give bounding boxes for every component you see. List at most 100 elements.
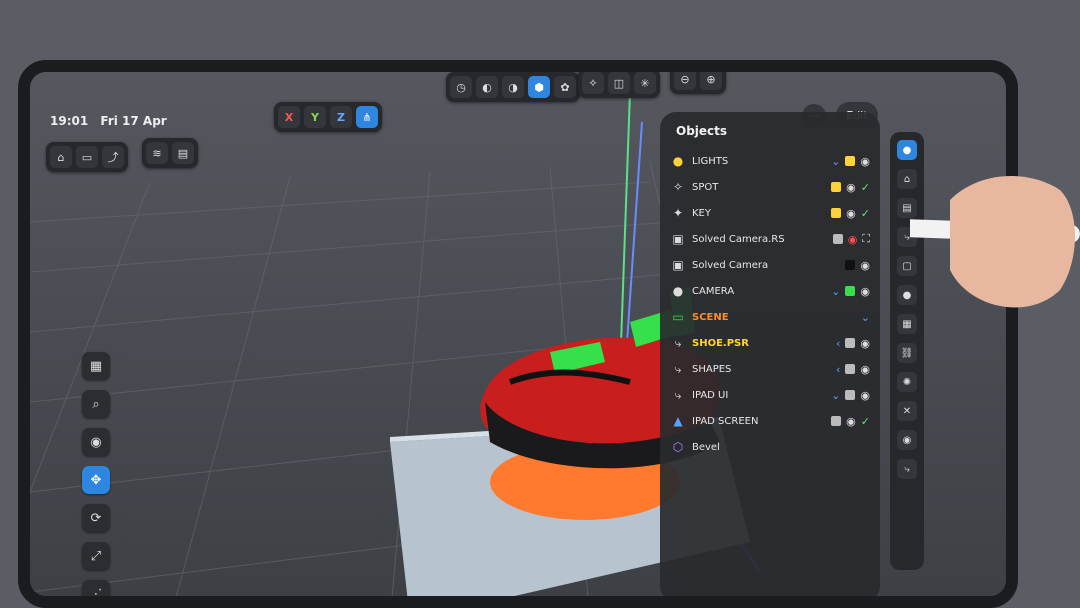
object-row-shoe-psr[interactable]: ⤷ SHOE.PSR ‹ ◉ (670, 330, 870, 356)
color-swatch[interactable] (831, 182, 842, 192)
tools-toolbar: ⟡ ◫ ✳ (578, 72, 660, 98)
check-icon[interactable]: ✓ (861, 415, 870, 428)
camera-group-icon: ● (672, 284, 684, 298)
transform-node-icon: ⤷ (674, 335, 682, 350)
camera-icon: ▣ (672, 258, 684, 272)
search-icon[interactable]: ⌕ (82, 390, 110, 418)
eye-icon[interactable]: ◉ (860, 389, 870, 402)
bucket-icon[interactable]: ◫ (608, 72, 630, 94)
color-swatch[interactable] (845, 338, 856, 348)
color-swatch[interactable] (845, 156, 856, 166)
3d-viewport[interactable]: 19:01 Fri 17 Apr ⌂ ▭ ⤴ ≋ ▤ X Y Z ⋔ ◷ ◐ ◑… (30, 72, 1006, 596)
eye-icon[interactable]: ◉ (860, 155, 870, 168)
objects-panel: Objects ● LIGHTS ⌄ ◉ ✧ SPOT ◉ ✓ ✦ KEY ◉ ✓ ▣… (660, 112, 880, 596)
object-label: CAMERA (692, 285, 735, 297)
object-label: SHOE.PSR (692, 337, 749, 349)
close-icon[interactable]: ✕ (897, 401, 917, 421)
home-icon[interactable]: ⌂ (50, 146, 72, 168)
layers-icon[interactable]: ▦ (82, 352, 110, 380)
object-label: Solved Camera.RS (692, 233, 785, 245)
axis-x-button[interactable]: X (278, 106, 300, 128)
chevron-down-icon[interactable]: ⌄ (831, 389, 840, 402)
display-mode-toolbar: ◷ ◐ ◑ ⬢ ✿ (446, 72, 580, 102)
color-swatch[interactable] (832, 234, 843, 244)
clock-icon[interactable]: ◷ (450, 76, 472, 98)
key-light-icon: ✦ (672, 206, 684, 220)
frame-icon[interactable]: ⛶ (862, 232, 870, 246)
color-swatch[interactable] (845, 364, 856, 374)
move-icon[interactable]: ✥ (82, 466, 110, 494)
mesh-icon: ▲ (673, 414, 683, 428)
chevron-down-icon[interactable]: ⌄ (831, 285, 840, 298)
chevron-left-icon[interactable]: ‹ (836, 363, 840, 376)
snap-icon[interactable]: ⋰ (82, 580, 110, 596)
eye-icon[interactable]: ◉ (860, 259, 870, 272)
object-row-ipad-screen[interactable]: ▲ IPAD SCREEN ◉ ✓ (670, 408, 870, 434)
color-swatch[interactable] (831, 416, 842, 426)
object-label: IPAD UI (692, 389, 729, 401)
gear-icon[interactable]: ✺ (897, 372, 917, 392)
eye-icon[interactable]: ◉ (860, 337, 870, 350)
object-label: KEY (692, 207, 711, 219)
object-row-key[interactable]: ✦ KEY ◉ ✓ (670, 200, 870, 226)
status-bar: 19:01 Fri 17 Apr (50, 114, 175, 128)
solid-icon[interactable]: ⬢ (528, 76, 550, 98)
object-label: Bevel (692, 441, 720, 453)
scale-icon[interactable]: ⤢ (82, 542, 110, 570)
object-row-scene[interactable]: ▭ SCENE ⌄ (670, 304, 870, 330)
eye-icon[interactable]: ◉ (846, 415, 856, 428)
axis-y-label: Y (311, 110, 319, 124)
transform-icon[interactable]: ⟡ (582, 72, 604, 94)
spray-icon[interactable]: ✳ (634, 72, 656, 94)
folder-icon[interactable]: ▭ (76, 146, 98, 168)
object-row-bevel[interactable]: ⬡ Bevel (670, 434, 870, 460)
check-icon[interactable]: ✓ (861, 207, 870, 220)
eye-icon[interactable]: ◉ (860, 285, 870, 298)
object-label: SPOT (692, 181, 719, 193)
material-icon[interactable]: ✿ (554, 76, 576, 98)
wireframe-icon[interactable]: ◐ (476, 76, 498, 98)
chevron-left-icon[interactable]: ‹ (836, 337, 840, 350)
view-icon[interactable]: ⊖ (674, 72, 696, 90)
transform-node-icon: ⤷ (674, 387, 682, 402)
object-row-solved-camera[interactable]: ▣ Solved Camera ◉ (670, 252, 870, 278)
wifi-icon[interactable]: ≋ (146, 142, 168, 164)
axis-z-label: Z (337, 110, 345, 124)
axis-x-label: X (284, 110, 294, 124)
color-swatch[interactable] (831, 208, 842, 218)
chevron-down-icon[interactable]: ⌄ (831, 155, 840, 168)
shaded-icon[interactable]: ◑ (502, 76, 524, 98)
object-row-solved-camera-rs[interactable]: ▣ Solved Camera.RS ◉ ⛶ (670, 226, 870, 252)
eye-off-icon[interactable]: ◉ (848, 233, 858, 246)
object-label: Solved Camera (692, 259, 769, 271)
record-icon[interactable]: ◉ (897, 430, 917, 450)
object-row-lights[interactable]: ● LIGHTS ⌄ ◉ (670, 148, 870, 174)
axis-y-button[interactable]: Y (304, 106, 326, 128)
pin-icon[interactable]: ⤷ (897, 459, 917, 479)
eye-icon[interactable]: ◉ (846, 181, 856, 194)
bevel-icon: ⬡ (672, 440, 684, 454)
object-row-camera[interactable]: ● CAMERA ⌄ ◉ (670, 278, 870, 304)
object-row-spot[interactable]: ✧ SPOT ◉ ✓ (670, 174, 870, 200)
transform-node-icon: ⤷ (674, 361, 682, 376)
object-row-ipad-ui[interactable]: ⤷ IPAD UI ⌄ ◉ (670, 382, 870, 408)
all-axes-icon[interactable]: ⋔ (356, 106, 378, 128)
rotate-icon[interactable]: ⟳ (82, 504, 110, 532)
target-icon[interactable]: ⊕ (700, 72, 722, 90)
color-swatch[interactable] (845, 260, 856, 270)
eye-icon[interactable]: ◉ (860, 363, 870, 376)
document-icon[interactable]: ▤ (172, 142, 194, 164)
record-icon[interactable]: ◉ (82, 428, 110, 456)
export-icon[interactable]: ⤴ (102, 146, 124, 168)
object-row-shapes[interactable]: ⤷ SHAPES ‹ ◉ (670, 356, 870, 382)
color-swatch[interactable] (845, 390, 856, 400)
object-label: IPAD SCREEN (692, 415, 759, 427)
check-icon[interactable]: ✓ (861, 181, 870, 194)
camera-icon: ▣ (672, 232, 684, 246)
axis-z-button[interactable]: Z (330, 106, 352, 128)
chevron-down-icon[interactable]: ⌄ (861, 311, 870, 324)
light-bulb-icon: ● (672, 154, 684, 168)
link-icon[interactable]: ⛓ (897, 343, 917, 363)
eye-icon[interactable]: ◉ (846, 207, 856, 220)
color-swatch[interactable] (845, 286, 856, 296)
